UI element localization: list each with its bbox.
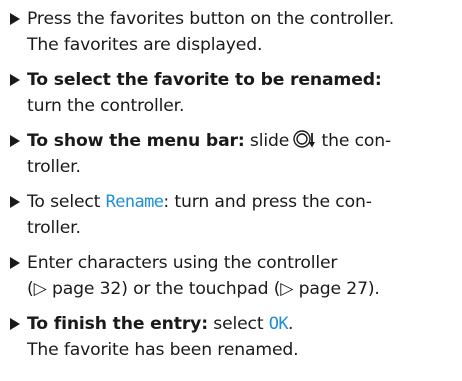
step-enter-characters: Enter characters using the controller (▷… [10, 250, 450, 302]
step-text: select [213, 314, 264, 334]
instruction-page: Press the favorites button on the contro… [0, 0, 462, 381]
bullet-arrow-icon [10, 196, 20, 208]
step-text: To select [27, 192, 101, 212]
page-reference-icon: ▷ [280, 279, 294, 299]
step-text: turn the controller. [27, 96, 185, 116]
page-reference-icon: ▷ [33, 279, 47, 299]
controller-slide-down-icon [293, 129, 316, 149]
step-result: The favorites are displayed. [27, 35, 263, 55]
step-lead: To finish the entry: [27, 314, 208, 334]
bullet-arrow-icon [10, 318, 20, 330]
step-text: Press the favorites button on the contro… [27, 9, 395, 29]
step-lead: To show the menu bar: [27, 131, 245, 151]
step-lead: To select the favorite to be renamed: [27, 70, 382, 90]
page-reference-link[interactable]: page 27 [299, 279, 368, 299]
step-select-rename: To select Rename: turn and press the con… [10, 189, 450, 241]
step-text: Enter characters using the controller [27, 253, 338, 273]
step-text-continued: troller. [27, 157, 81, 177]
ok-menu-item: OK [268, 314, 289, 334]
step-show-menu-bar: To show the menu bar: slide the con- tro… [10, 128, 450, 180]
step-text: slide [249, 131, 290, 151]
step-select-favorite: To select the favorite to be renamed: tu… [10, 67, 450, 119]
bullet-arrow-icon [10, 135, 20, 147]
step-text: : turn and press the con- [163, 192, 372, 212]
step-finish-entry: To finish the entry: select OK. The favo… [10, 311, 450, 363]
step-text: or the touchpad [133, 279, 269, 299]
rename-menu-item: Rename [105, 192, 164, 212]
bullet-arrow-icon [10, 257, 20, 269]
bullet-arrow-icon [10, 74, 20, 86]
page-reference-link[interactable]: page 32 [52, 279, 121, 299]
bullet-arrow-icon [10, 13, 20, 25]
step-text-continued: troller. [27, 218, 81, 238]
step-result: The favorite has been renamed. [27, 340, 299, 360]
step-text: . [288, 314, 294, 334]
step-text: the con- [321, 131, 392, 151]
step-press-favorites: Press the favorites button on the contro… [10, 6, 450, 58]
